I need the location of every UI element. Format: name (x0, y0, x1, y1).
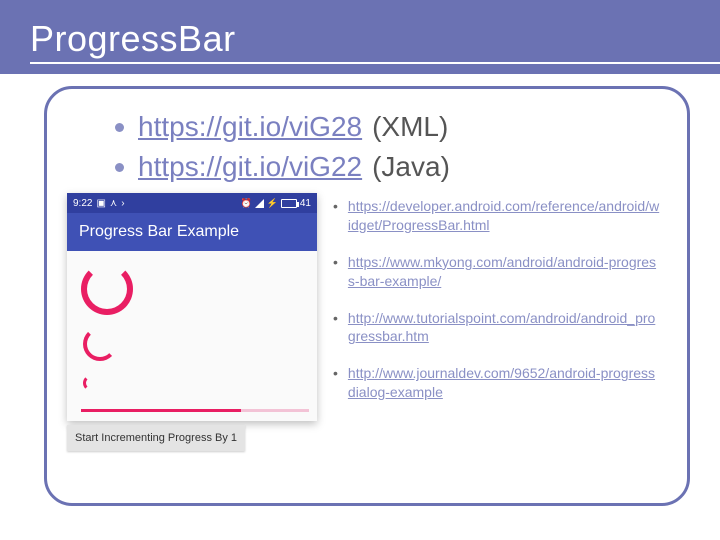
horizontal-progress (81, 409, 309, 412)
spinner-small-icon (83, 375, 99, 391)
app-title: Progress Bar Example (79, 223, 239, 240)
main-link-row: https://git.io/viG28 (XML) (115, 111, 667, 143)
reference-item: • https://developer.android.com/referenc… (333, 197, 661, 235)
bullet-icon: • (333, 364, 338, 383)
main-link-suffix: (Java) (372, 151, 450, 183)
reference-links-list: • https://developer.android.com/referenc… (333, 193, 667, 420)
status-bar: 9:22 ▣ ⋏ › ⏰ ⚡ 41 (67, 193, 317, 213)
reference-link[interactable]: http://www.tutorialspoint.com/android/an… (348, 309, 661, 347)
bullet-icon (115, 163, 124, 172)
battery-percent: 41 (300, 198, 311, 209)
main-link-row: https://git.io/viG22 (Java) (115, 151, 667, 183)
slide-title: ProgressBar (30, 18, 720, 60)
main-links-list: https://git.io/viG28 (XML) https://git.i… (115, 111, 667, 183)
bullet-icon: • (333, 309, 338, 328)
alarm-icon: ⏰ (240, 198, 251, 209)
reference-link[interactable]: https://developer.android.com/reference/… (348, 197, 661, 235)
content-frame: https://git.io/viG28 (XML) https://git.i… (44, 86, 690, 506)
reference-item: • http://www.tutorialspoint.com/android/… (333, 309, 661, 347)
reference-item: • http://www.journaldev.com/9652/android… (333, 364, 661, 402)
reference-link[interactable]: https://www.mkyong.com/android/android-p… (348, 253, 661, 291)
status-right: ⏰ ⚡ 41 (240, 198, 311, 209)
slide-header: ProgressBar (0, 0, 720, 74)
signal-icon (255, 199, 264, 208)
spinner-medium-icon (83, 327, 117, 361)
battery-icon (281, 199, 297, 208)
main-link-xml[interactable]: https://git.io/viG28 (138, 111, 362, 143)
bullet-icon: • (333, 197, 338, 216)
header-underline (30, 62, 720, 64)
spinner-large-icon (81, 263, 133, 315)
lightning-icon: ⚡ (267, 198, 278, 209)
main-link-java[interactable]: https://git.io/viG22 (138, 151, 362, 183)
phone-column: 9:22 ▣ ⋏ › ⏰ ⚡ 41 Progress Bar Example (67, 193, 317, 451)
app-bar: Progress Bar Example (67, 213, 317, 251)
bullet-icon (115, 123, 124, 132)
bullet-icon: • (333, 253, 338, 272)
person-icon: ⋏ (110, 198, 117, 209)
chevron-icon: › (121, 198, 124, 209)
lower-row: 9:22 ▣ ⋏ › ⏰ ⚡ 41 Progress Bar Example (67, 193, 667, 451)
reference-link[interactable]: http://www.journaldev.com/9652/android-p… (348, 364, 661, 402)
status-time: 9:22 (73, 198, 92, 209)
main-link-suffix: (XML) (372, 111, 448, 143)
phone-mock: 9:22 ▣ ⋏ › ⏰ ⚡ 41 Progress Bar Example (67, 193, 317, 421)
phone-body (67, 251, 317, 421)
status-left: 9:22 ▣ ⋏ › (73, 198, 125, 209)
start-increment-button[interactable]: Start Incrementing Progress By 1 (67, 425, 245, 451)
reference-item: • https://www.mkyong.com/android/android… (333, 253, 661, 291)
progress-fill (81, 409, 241, 412)
image-icon: ▣ (96, 198, 105, 209)
